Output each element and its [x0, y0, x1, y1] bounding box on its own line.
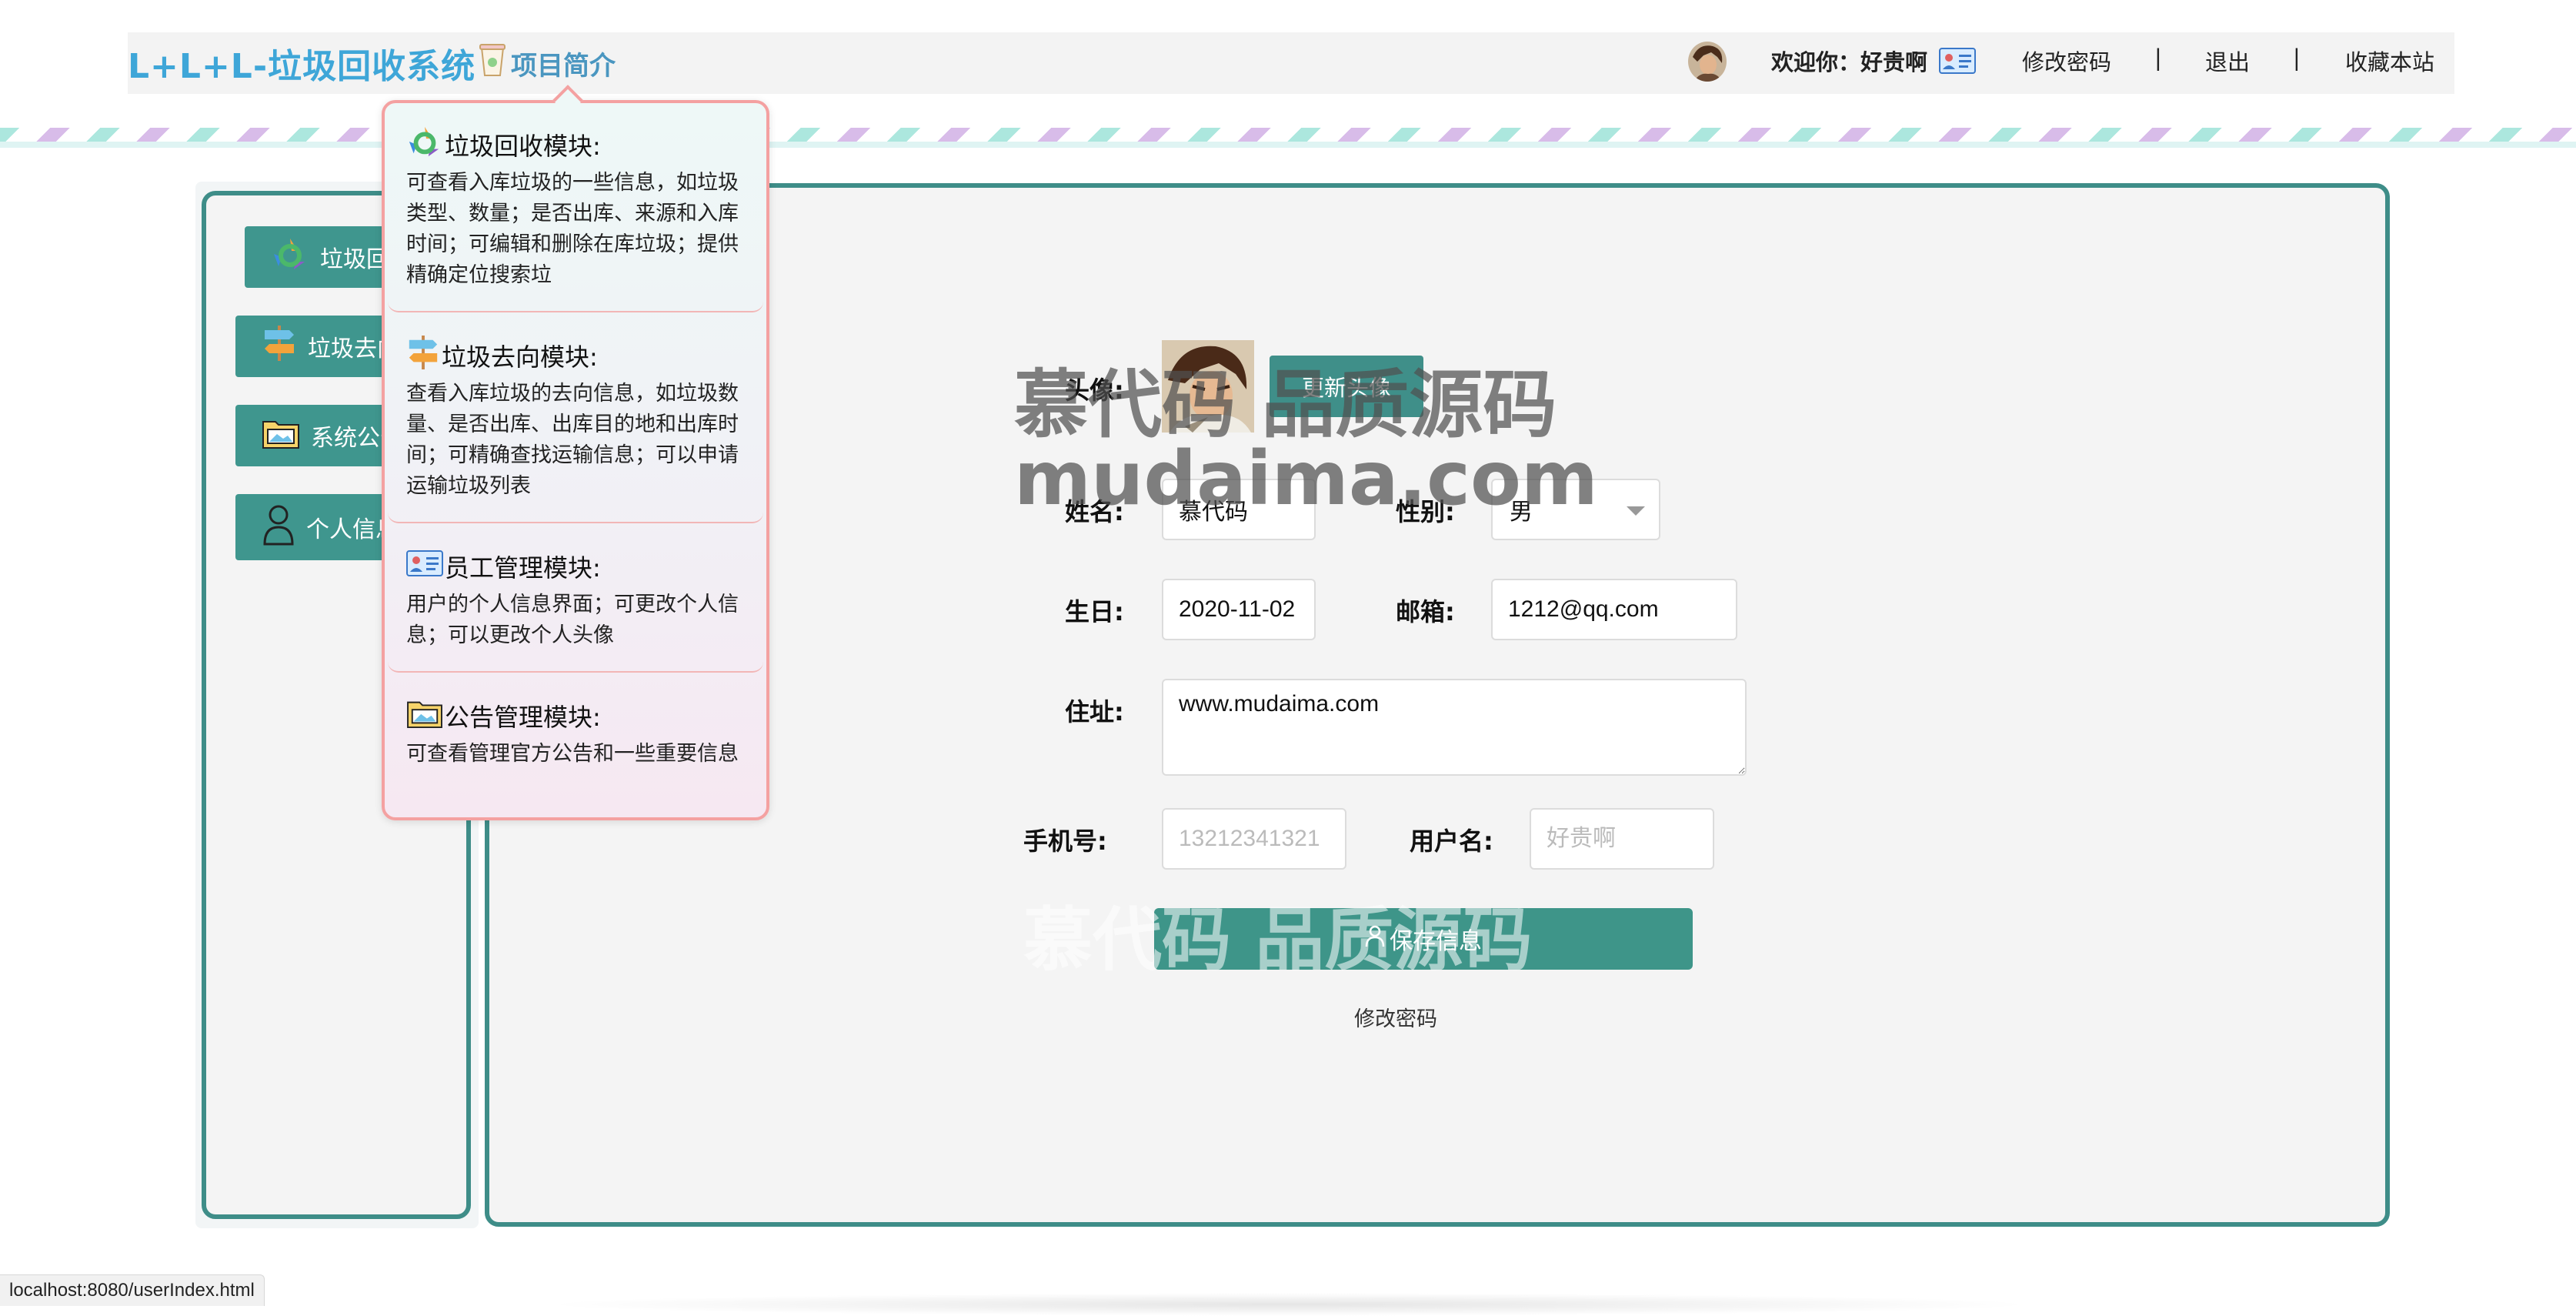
folder-icon	[262, 416, 300, 456]
intro-section-title: 员工管理模块:	[445, 553, 601, 583]
bookmark-link[interactable]: 收藏本站	[2345, 45, 2434, 77]
project-intro-popup: 垃圾回收模块: 可查看入库垃圾的一些信息，如垃圾类型、数量；是否出库、来源和入库…	[382, 100, 769, 820]
intro-section-desc: 用户的个人信息界面；可更改个人信息；可以更改个人头像	[406, 593, 739, 647]
watermark-text: mudaima.com	[1014, 436, 1598, 522]
username-input[interactable]	[1530, 808, 1714, 870]
intro-section-employee-management: 员工管理模块: 用户的个人信息界面；可更改个人信息；可以更改个人头像	[388, 525, 763, 673]
cup-icon	[477, 42, 508, 85]
intro-section-desc: 查看入库垃圾的去向信息，如垃圾数量、是否出库、出库目的地和出库时间；可精确查找运…	[406, 382, 739, 498]
intro-section-desc: 可查看入库垃圾的一些信息，如垃圾类型、数量；是否出库、来源和入库时间；可编辑和删…	[406, 171, 739, 287]
email-label: 邮箱:	[1396, 597, 1455, 626]
project-intro-label: 项目简介	[511, 50, 616, 82]
phone-input[interactable]	[1162, 808, 1346, 870]
intro-section-title: 垃圾回收模块:	[445, 132, 601, 161]
app-title[interactable]: L+L+L-垃圾回收系统	[128, 38, 475, 88]
person-icon	[262, 503, 295, 552]
header-separator: |	[2293, 45, 2301, 71]
welcome-text: 欢迎你：好贵啊	[1771, 49, 1928, 75]
change-password-link[interactable]: 修改密码	[1354, 1002, 1437, 1032]
signpost-icon	[406, 334, 440, 377]
intro-section-announcement-management: 公告管理模块: 可查看管理官方公告和一些重要信息	[388, 674, 763, 816]
folder-icon	[406, 696, 443, 735]
decorative-shadow	[539, 1293, 2039, 1316]
id-card-icon[interactable]	[1939, 48, 1976, 77]
intro-section-garbage-recycle: 垃圾回收模块: 可查看入库垃圾的一些信息，如垃圾类型、数量；是否出库、来源和入库…	[388, 103, 763, 312]
birthday-input[interactable]	[1162, 579, 1316, 640]
recycle-icon	[406, 124, 443, 165]
chevron-down-icon	[1627, 506, 1645, 516]
email-input[interactable]	[1491, 579, 1737, 640]
intro-section-title: 垃圾去向模块:	[442, 342, 598, 372]
logout-link[interactable]: 退出	[2205, 45, 2250, 77]
status-url: localhost:8080/userIndex.html	[9, 1280, 255, 1301]
username-label: 用户名:	[1410, 827, 1493, 856]
header-separator: |	[2154, 45, 2162, 71]
address-textarea[interactable]	[1162, 679, 1747, 776]
watermark-text: 慕代码 品质源码	[1023, 900, 1533, 980]
address-label: 住址:	[1065, 697, 1124, 726]
intro-section-garbage-destination: 垃圾去向模块: 查看入库垃圾的去向信息，如垃圾数量、是否出库、出库目的地和出库时…	[388, 314, 763, 523]
phone-label: 手机号:	[1023, 827, 1107, 856]
birthday-label: 生日:	[1065, 597, 1124, 626]
intro-section-desc: 可查看管理官方公告和一些重要信息	[406, 742, 739, 766]
signpost-icon	[262, 324, 297, 369]
intro-section-title: 公告管理模块:	[445, 703, 601, 732]
recycle-icon	[271, 235, 309, 279]
id-card-icon	[406, 550, 443, 583]
user-avatar[interactable]	[1688, 42, 1727, 82]
browser-status-bar: localhost:8080/userIndex.html	[0, 1274, 265, 1306]
header-change-password-link[interactable]: 修改密码	[2022, 45, 2111, 77]
project-intro-link[interactable]: 项目简介	[477, 43, 616, 83]
